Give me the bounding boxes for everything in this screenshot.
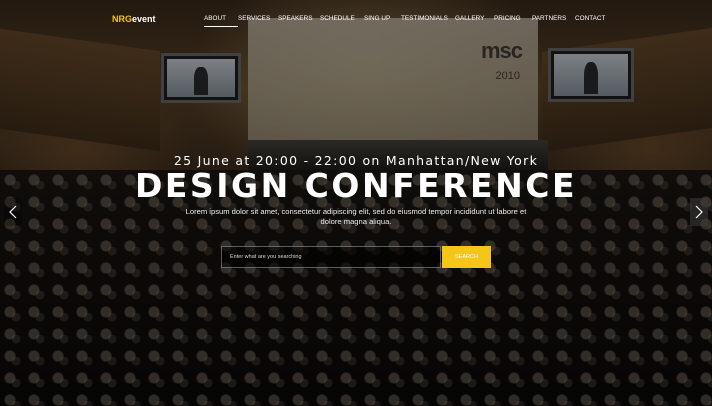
nav-testimonials[interactable]: TESTIMONIALS [401,15,455,27]
nav-speakers[interactable]: SPEAKERS [278,15,320,27]
chevron-right-icon [695,205,703,219]
logo-part-event: event [132,14,156,24]
nav-contact[interactable]: CONTACT [575,15,611,27]
slider-next-button[interactable] [690,198,708,226]
logo-part-nrg: NRG [112,14,132,24]
nav-sing-up[interactable]: SING UP [364,15,401,27]
hero-description: Lorem ipsum dolor sit amet, consectetur … [185,207,527,226]
search-input[interactable] [221,246,441,268]
search-form: SEARCH [221,246,491,268]
nav-pricing[interactable]: PRICING [494,15,532,27]
slider-prev-button[interactable] [4,198,22,226]
nav-services[interactable]: SERVICES [238,15,278,27]
hero-title: DESIGN CONFERENCE [135,166,577,205]
nav-partners[interactable]: PARTNERS [532,15,575,27]
nav-schedule[interactable]: SCHEDULE [320,15,364,27]
nav-about[interactable]: ABOUT [204,15,238,27]
search-button[interactable]: SEARCH [442,246,491,268]
site-logo[interactable]: NRGevent [112,14,156,24]
chevron-left-icon [9,205,17,219]
main-menu: ABOUT SERVICES SPEAKERS SCHEDULE SING UP… [204,15,611,27]
top-navbar: NRGevent ABOUT SERVICES SPEAKERS SCHEDUL… [0,0,712,40]
nav-gallery[interactable]: GALLERY [455,15,494,27]
